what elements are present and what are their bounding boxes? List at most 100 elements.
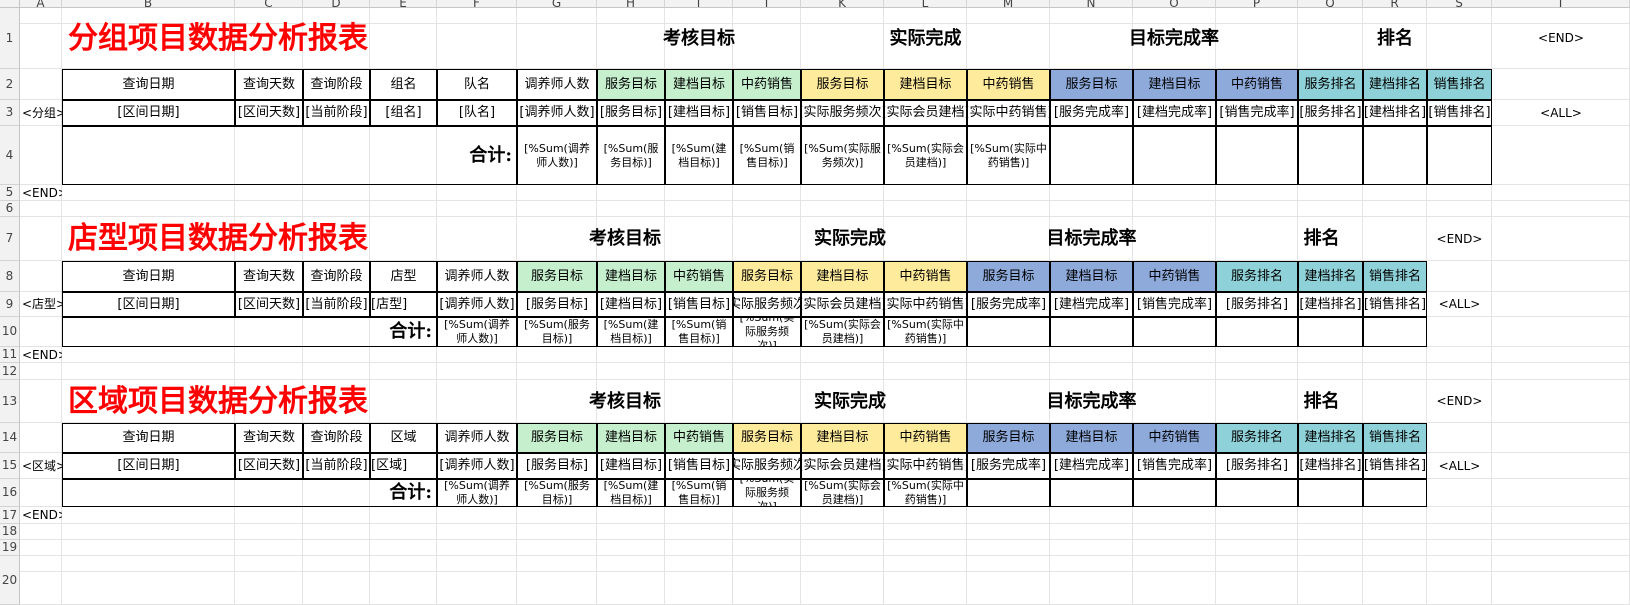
- empty-total-cell[interactable]: [1216, 479, 1298, 507]
- data-placeholder-cell[interactable]: [建档排名]: [1298, 453, 1363, 479]
- column-label-cell[interactable]: 建档目标: [665, 69, 733, 100]
- grid-cell[interactable]: [370, 524, 437, 540]
- grid-cell[interactable]: [235, 363, 303, 380]
- grid-cell[interactable]: [665, 363, 733, 380]
- row-header-3[interactable]: 3: [0, 100, 20, 126]
- grid-cell[interactable]: [517, 363, 597, 380]
- column-label-cell[interactable]: 销售排名: [1427, 69, 1492, 100]
- data-placeholder-cell[interactable]: [实际会员建档]: [884, 100, 967, 126]
- grid-cell[interactable]: [517, 507, 597, 524]
- grid-cell[interactable]: [1427, 572, 1492, 605]
- grid-cell[interactable]: [20, 317, 62, 347]
- grid-cell[interactable]: [1133, 507, 1216, 524]
- grid-cell[interactable]: [62, 347, 235, 363]
- grid-cell[interactable]: [1298, 572, 1363, 605]
- grid-cell[interactable]: [20, 201, 62, 217]
- grid-cell[interactable]: [303, 524, 370, 540]
- grid-cell[interactable]: [1050, 347, 1133, 363]
- total-label[interactable]: 合计:: [62, 126, 517, 185]
- column-label-cell[interactable]: 查询天数: [235, 261, 303, 292]
- sum-formula-cell[interactable]: [%Sum(实际服务频次)]: [733, 317, 801, 347]
- grid-cell[interactable]: [801, 572, 884, 605]
- grid-cell[interactable]: [303, 363, 370, 380]
- grid-cell[interactable]: [517, 572, 597, 605]
- column-header-P[interactable]: P: [1216, 0, 1298, 8]
- grid-cell[interactable]: [303, 540, 370, 556]
- grid-cell[interactable]: [1492, 380, 1630, 423]
- column-label-cell[interactable]: 建档目标: [801, 261, 884, 292]
- grid-cell[interactable]: [437, 185, 517, 201]
- grid-cell[interactable]: [1133, 540, 1216, 556]
- data-placeholder-cell[interactable]: [区间天数]: [235, 292, 303, 317]
- grid-cell[interactable]: [597, 507, 665, 524]
- data-placeholder-cell[interactable]: [实际服务频次]: [733, 453, 801, 479]
- column-label-cell[interactable]: 服务目标: [597, 69, 665, 100]
- grid-cell[interactable]: [1133, 524, 1216, 540]
- grid-cell[interactable]: [1050, 185, 1133, 201]
- column-label-cell[interactable]: 服务排名: [1216, 423, 1298, 453]
- grid-cell[interactable]: [437, 556, 517, 572]
- row-header-15[interactable]: 15: [0, 453, 20, 479]
- row-header-5[interactable]: 5: [0, 185, 20, 201]
- row-header-20[interactable]: 20: [0, 556, 20, 605]
- grid-cell[interactable]: [370, 556, 437, 572]
- column-label-cell[interactable]: 中药销售: [665, 423, 733, 453]
- grid-cell[interactable]: [437, 363, 517, 380]
- grid-cell[interactable]: [1492, 292, 1630, 317]
- grid-cell[interactable]: [1298, 524, 1363, 540]
- column-label-cell[interactable]: 查询日期: [62, 69, 235, 100]
- grid-cell[interactable]: [665, 507, 733, 524]
- grid-cell[interactable]: [967, 507, 1050, 524]
- empty-total-cell[interactable]: [1298, 126, 1363, 185]
- grid-cell[interactable]: [235, 572, 303, 605]
- column-header-K[interactable]: K: [801, 0, 884, 8]
- empty-total-cell[interactable]: [1216, 126, 1298, 185]
- grid-cell[interactable]: [1492, 317, 1630, 347]
- column-header-S[interactable]: S: [1427, 0, 1492, 8]
- grid-cell[interactable]: [370, 201, 437, 217]
- data-placeholder-cell[interactable]: [当前阶段]: [303, 453, 370, 479]
- empty-total-cell[interactable]: [967, 479, 1050, 507]
- grid-cell[interactable]: [1492, 126, 1630, 185]
- grid-cell[interactable]: [517, 556, 597, 572]
- grid-cell[interactable]: [597, 572, 665, 605]
- sum-formula-cell[interactable]: [%Sum(服务目标)]: [517, 479, 597, 507]
- grid-cell[interactable]: [1133, 572, 1216, 605]
- column-label-cell[interactable]: 建档目标: [884, 69, 967, 100]
- column-header-Q[interactable]: Q: [1298, 0, 1363, 8]
- column-label-cell[interactable]: 中药销售: [1133, 423, 1216, 453]
- column-label-cell[interactable]: 查询日期: [62, 261, 235, 292]
- grid-cell[interactable]: [20, 8, 62, 24]
- grid-cell[interactable]: [303, 347, 370, 363]
- grid-cell[interactable]: [517, 540, 597, 556]
- grid-cell[interactable]: [967, 524, 1050, 540]
- grid-cell[interactable]: [1050, 572, 1133, 605]
- grid-cell[interactable]: [801, 347, 884, 363]
- column-label-cell[interactable]: 调养师人数: [517, 69, 597, 100]
- grid-cell[interactable]: [370, 572, 437, 605]
- column-header-D[interactable]: D: [303, 0, 370, 8]
- grid-cell[interactable]: [1492, 524, 1630, 540]
- data-placeholder-cell[interactable]: [队名]: [437, 100, 517, 126]
- grid-cell[interactable]: [1363, 540, 1427, 556]
- grid-cell[interactable]: [1216, 572, 1298, 605]
- grid-cell[interactable]: [20, 261, 62, 292]
- sum-formula-cell[interactable]: [%Sum(实际服务频次)]: [801, 126, 884, 185]
- grid-cell[interactable]: [1298, 556, 1363, 572]
- grid-cell[interactable]: [733, 507, 801, 524]
- column-header-R[interactable]: R: [1363, 0, 1427, 8]
- column-label-cell[interactable]: 服务目标: [733, 261, 801, 292]
- grid-cell[interactable]: [665, 524, 733, 540]
- data-placeholder-cell[interactable]: [当前阶段]: [303, 292, 370, 317]
- grid-cell[interactable]: [62, 185, 235, 201]
- column-label-cell[interactable]: 服务目标: [517, 423, 597, 453]
- grid-cell[interactable]: [733, 185, 801, 201]
- data-placeholder-cell[interactable]: [建档目标]: [597, 292, 665, 317]
- grid-cell[interactable]: [884, 201, 967, 217]
- column-label-cell[interactable]: 建档排名: [1298, 423, 1363, 453]
- row-header-1[interactable]: 1: [0, 8, 20, 69]
- grid-cell[interactable]: [665, 572, 733, 605]
- grid-cell[interactable]: [1492, 540, 1630, 556]
- grid-cell[interactable]: [235, 201, 303, 217]
- row-header-19[interactable]: 19: [0, 540, 20, 556]
